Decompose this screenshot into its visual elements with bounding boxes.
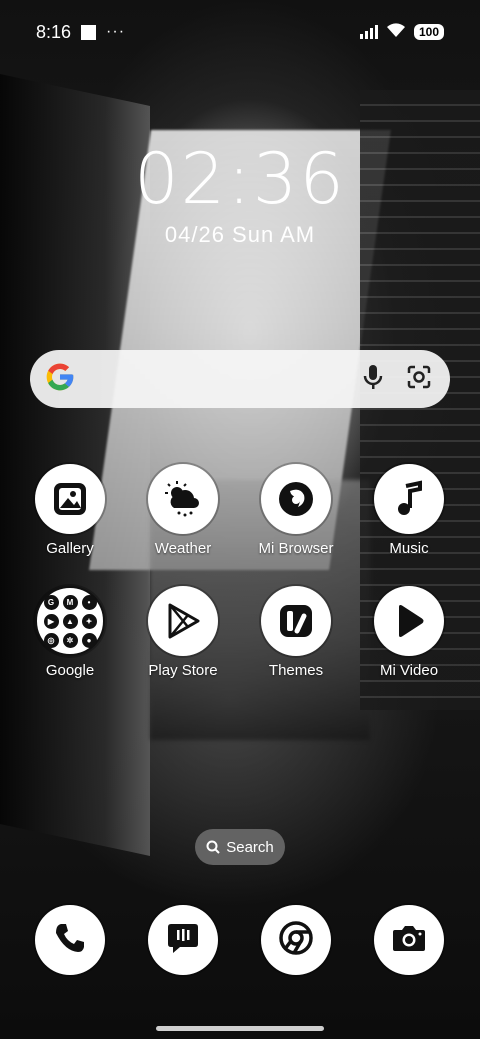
weather-icon [148,464,218,534]
app-music[interactable]: Music [354,464,464,557]
camera-icon [391,922,427,959]
music-note-icon [374,464,444,534]
home-indicator[interactable] [156,1026,324,1031]
chrome-icon [277,919,315,962]
video-play-icon [374,586,444,656]
more-notifications-icon: ··· [106,23,126,40]
play-store-icon [148,586,218,656]
chrome-icon: ◎ [43,632,59,648]
status-time: 8:16 [36,21,72,42]
themes-icon [261,586,331,656]
browser-icon [261,464,331,534]
app-label: Mi Browser [258,540,334,557]
google-lens-icon[interactable] [406,364,432,395]
dock-phone[interactable] [35,905,105,975]
clock-widget[interactable]: 02:36 04/26 Sun AM [0,138,480,248]
app-mi-browser[interactable]: Mi Browser [241,464,351,557]
battery-icon: 100 [413,24,444,40]
notification-icon [81,24,97,40]
app-google-folder[interactable]: G M • ▶ ▲ ✦ ◎ ✲ ● Google [15,586,125,679]
app-label: Google [45,662,95,679]
wifi-icon [386,22,406,43]
app-mi-video[interactable]: Mi Video [354,586,464,679]
photos-icon: ✦ [81,613,97,629]
app-label: Music [389,540,429,557]
dock-chrome[interactable] [261,905,331,975]
signal-icon [359,25,378,39]
youtube-icon: ▶ [43,613,59,629]
gallery-icon [35,464,105,534]
search-icon [206,840,220,854]
drive-icon: ▲ [62,613,78,629]
app-search-button[interactable]: Search [195,829,285,865]
maps-icon: • [81,594,97,610]
app-label: Play Store [148,662,218,679]
dock-messages[interactable] [148,905,218,975]
clock-time: 02:36 [134,138,346,220]
messages-icon [165,920,201,961]
clock-date: 04/26 Sun AM [164,222,316,247]
folder-icon: G M • ▶ ▲ ✦ ◎ ✲ ● [35,586,105,656]
google-icon: G [43,594,59,610]
search-label: Search [226,838,274,856]
google-g-icon [44,361,76,398]
app-weather[interactable]: Weather [128,464,238,557]
app-label: Themes [268,662,324,679]
google-search-bar[interactable] [30,350,450,408]
app-gallery[interactable]: Gallery [15,464,125,557]
app-play-store[interactable]: Play Store [128,586,238,679]
status-bar: 8:16 ··· 100 [36,18,444,46]
dock-camera[interactable] [374,905,444,975]
app-label: Mi Video [379,662,439,679]
gmail-icon: M [62,594,78,610]
app-label: Weather [154,540,212,557]
microphone-icon[interactable] [362,363,384,396]
meet-icon: ✲ [62,632,78,648]
phone-icon [53,921,87,960]
app-label: Gallery [46,540,94,557]
app-themes[interactable]: Themes [241,586,351,679]
contacts-icon: ● [81,632,97,648]
